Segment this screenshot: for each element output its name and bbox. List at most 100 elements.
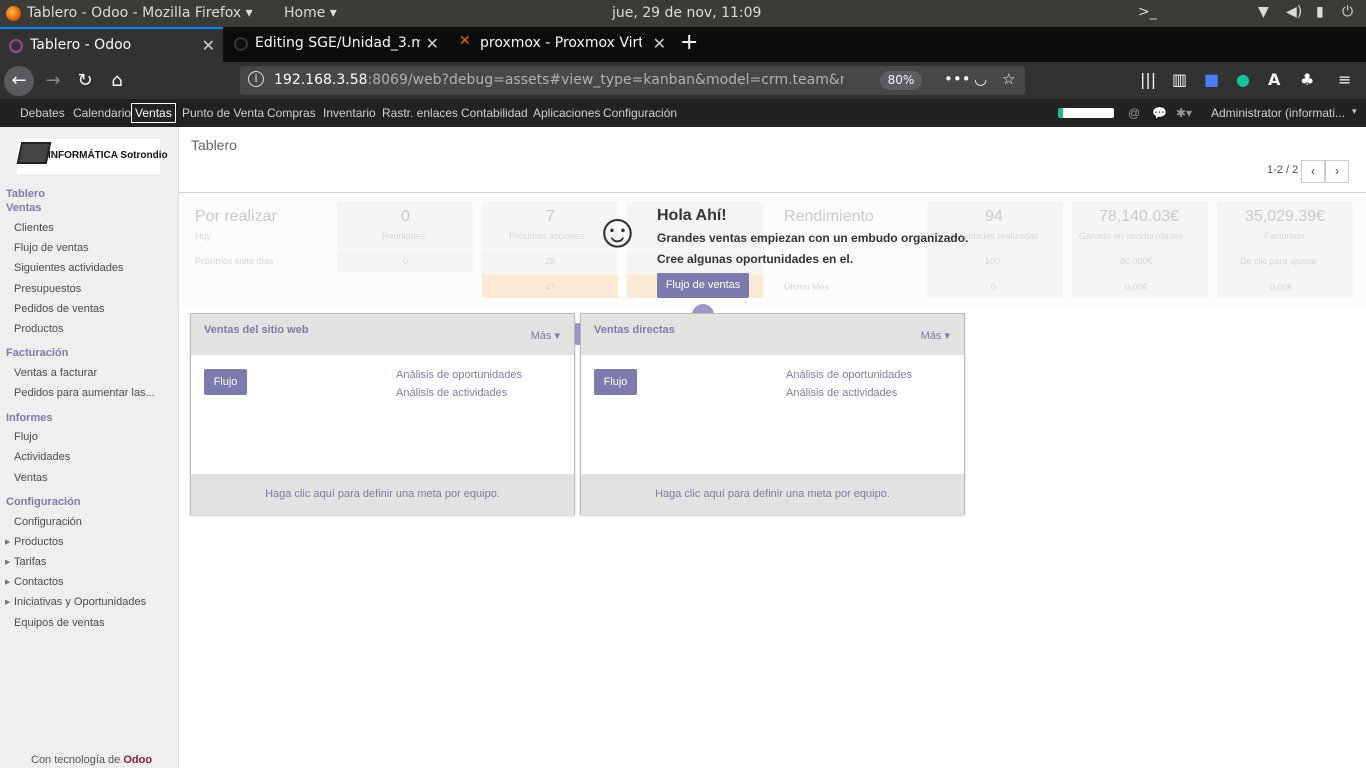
- at-icon[interactable]: @: [1128, 106, 1140, 120]
- pager-next-button[interactable]: ›: [1325, 160, 1349, 183]
- flujo-de-ventas-button[interactable]: Flujo de ventas: [657, 273, 749, 298]
- menu-calendario[interactable]: Calendario: [73, 106, 131, 120]
- sidebar-icon[interactable]: ▥: [1172, 70, 1187, 89]
- sidebar-item-siguientes-actividades[interactable]: Siguientes actividades: [14, 262, 123, 274]
- new-tab-icon[interactable]: +: [680, 30, 698, 55]
- clock[interactable]: jue, 29 de nov, 11:09: [612, 5, 761, 21]
- page-actions-icon[interactable]: •••: [944, 70, 971, 88]
- lock-addon-icon[interactable]: ■: [1204, 70, 1219, 89]
- onboarding-progress-bar[interactable]: [1058, 108, 1114, 118]
- card-header: Ventas directas Más ▾: [581, 314, 964, 355]
- menu-debates[interactable]: Debates: [20, 106, 65, 120]
- menu-rastr-enlaces[interactable]: Rastr. enlaces: [382, 106, 458, 120]
- menu-aplicaciones[interactable]: Aplicaciones: [533, 106, 600, 120]
- wifi-icon[interactable]: ▼: [1258, 4, 1269, 20]
- terminal-icon[interactable]: >_: [1138, 4, 1157, 20]
- sidebar-item-productos-config[interactable]: Productos: [14, 536, 64, 548]
- sidebar-item-flujo-de-ventas[interactable]: Flujo de ventas: [14, 242, 89, 254]
- forward-button[interactable]: →: [38, 66, 68, 96]
- expand-caret-icon[interactable]: ▶: [5, 538, 10, 546]
- pocket-icon[interactable]: ◡: [974, 70, 987, 88]
- definir-meta-link[interactable]: Haga clic aquí para definir una meta por…: [191, 474, 574, 515]
- card-title[interactable]: Ventas directas: [594, 324, 675, 336]
- sidebar-item-actividades[interactable]: Actividades: [14, 451, 70, 463]
- navigation-toolbar: ← → ↻ ⌂ i 192.168.3.58:8069/web?debug=as…: [0, 62, 1366, 99]
- home-button[interactable]: ⌂: [102, 66, 132, 96]
- menu-ventas[interactable]: Ventas: [131, 103, 176, 123]
- address-bar[interactable]: i 192.168.3.58:8069/web?debug=assets#vie…: [240, 66, 1025, 95]
- font-addon-icon[interactable]: A: [1268, 70, 1280, 89]
- battery-icon[interactable]: ▮: [1316, 4, 1324, 20]
- reload-button[interactable]: ↻: [70, 66, 100, 96]
- close-tab-icon[interactable]: ✕: [653, 34, 666, 53]
- sidebar-item-tarifas[interactable]: Tarifas: [14, 556, 46, 568]
- close-tab-icon[interactable]: ✕: [202, 36, 215, 55]
- flujo-button[interactable]: Flujo: [594, 369, 637, 395]
- card-title[interactable]: Ventas del sitio web: [204, 324, 309, 336]
- sidebar-item-iniciativas[interactable]: Iniciativas y Oportunidades: [14, 596, 146, 608]
- expand-caret-icon[interactable]: ▶: [5, 558, 10, 566]
- menu-icon[interactable]: ≡: [1338, 70, 1351, 89]
- tab-editing-sge[interactable]: Editing SGE/Unidad_3.m ✕: [225, 27, 447, 62]
- menu-punto-de-venta[interactable]: Punto de Venta: [182, 106, 264, 120]
- sidebar-item-pedidos-aumentar[interactable]: Pedidos para aumentar las...: [14, 387, 155, 399]
- power-icon[interactable]: ⏻: [1342, 4, 1353, 20]
- proximas-label: Próximas acciones: [509, 231, 585, 241]
- close-tab-icon[interactable]: ✕: [426, 34, 439, 53]
- sidebar-item-equipos-de-ventas[interactable]: Equipos de ventas: [14, 617, 105, 629]
- company-logo[interactable]: INFORMÁTICA Sotrondio: [16, 138, 168, 175]
- sidebar-item-contactos[interactable]: Contactos: [14, 576, 64, 588]
- analisis-oportunidades-link[interactable]: Análisis de oportunidades: [786, 369, 912, 381]
- home-menu[interactable]: Home ▾: [284, 5, 337, 21]
- site-info-icon[interactable]: i: [248, 71, 264, 87]
- expand-caret-icon[interactable]: ▶: [5, 578, 10, 586]
- menu-inventario[interactable]: Inventario: [323, 106, 376, 120]
- tab-tablero-odoo[interactable]: Tablero - Odoo ✕: [0, 27, 223, 62]
- sidebar-item-pedidos-de-ventas[interactable]: Pedidos de ventas: [14, 303, 105, 315]
- debug-bug-icon[interactable]: ✱▾: [1176, 106, 1192, 120]
- url-text[interactable]: 192.168.3.58:8069/web?debug=assets#view_…: [274, 72, 844, 88]
- analisis-oportunidades-link[interactable]: Análisis de oportunidades: [396, 369, 522, 381]
- sidebar-item-productos[interactable]: Productos: [14, 323, 64, 335]
- sidebar-item-clientes[interactable]: Clientes: [14, 222, 54, 234]
- facturado-value: 35,029.39€: [1245, 208, 1326, 225]
- hoy-label: Hoy: [195, 231, 212, 241]
- menu-compras[interactable]: Compras: [267, 106, 316, 120]
- analisis-actividades-link[interactable]: Análisis de actividades: [786, 387, 897, 399]
- library-icon[interactable]: |||: [1140, 70, 1156, 89]
- sidebar-item-ventas-a-facturar[interactable]: Ventas a facturar: [14, 367, 97, 379]
- back-button[interactable]: ←: [4, 66, 34, 96]
- analisis-actividades-link[interactable]: Análisis de actividades: [396, 387, 507, 399]
- objetivo-facturado[interactable]: De clic para ajustar: [1240, 256, 1317, 266]
- user-menu[interactable]: Administrator (informati...: [1211, 106, 1345, 120]
- volume-icon[interactable]: ◀): [1286, 4, 1302, 20]
- chat-icon[interactable]: 💬: [1152, 106, 1167, 120]
- mas-dropdown[interactable]: Más ▾: [531, 329, 560, 342]
- menu-configuracion[interactable]: Configuración: [603, 106, 677, 120]
- sidebar-item-tablero[interactable]: Tablero: [6, 188, 45, 200]
- main-content: Tablero 1-2 / 2 ‹ › Por realizar Hoy Pró…: [179, 127, 1366, 768]
- tab-proxmox[interactable]: ✕ proxmox - Proxmox Virt ✕: [450, 27, 674, 62]
- pager-value[interactable]: 1-2 / 2: [1267, 164, 1298, 176]
- sidebar-item-presupuestos[interactable]: Presupuestos: [14, 283, 81, 295]
- expand-caret-icon[interactable]: ▶: [5, 598, 10, 606]
- window-title[interactable]: Tablero - Odoo - Mozilla Firefox ▾: [27, 5, 253, 21]
- odoo-link[interactable]: Odoo: [123, 754, 152, 766]
- facturado-label: Facturado: [1264, 231, 1305, 241]
- zoom-level[interactable]: 80%: [880, 71, 922, 90]
- user-menu-caret-icon[interactable]: ▾: [1352, 106, 1357, 117]
- gnome-icon[interactable]: ♣: [1300, 70, 1314, 89]
- mas-dropdown[interactable]: Más ▾: [921, 329, 950, 342]
- reuniones-value: 0: [401, 208, 410, 225]
- row2-a-value: 0: [403, 256, 409, 266]
- odoo-favicon-icon: [9, 39, 23, 53]
- sidebar-item-flujo[interactable]: Flujo: [14, 431, 38, 443]
- bookmark-star-icon[interactable]: ☆: [1002, 70, 1015, 88]
- definir-meta-link[interactable]: Haga clic aquí para definir una meta por…: [581, 474, 964, 515]
- sidebar-item-ventas-informe[interactable]: Ventas: [14, 472, 48, 484]
- flujo-button[interactable]: Flujo: [204, 369, 247, 395]
- sidebar-item-configuracion[interactable]: Configuración: [14, 516, 82, 528]
- menu-contabilidad[interactable]: Contabilidad: [461, 106, 528, 120]
- grammarly-icon[interactable]: ●: [1236, 70, 1250, 89]
- pager-previous-button[interactable]: ‹: [1301, 160, 1325, 183]
